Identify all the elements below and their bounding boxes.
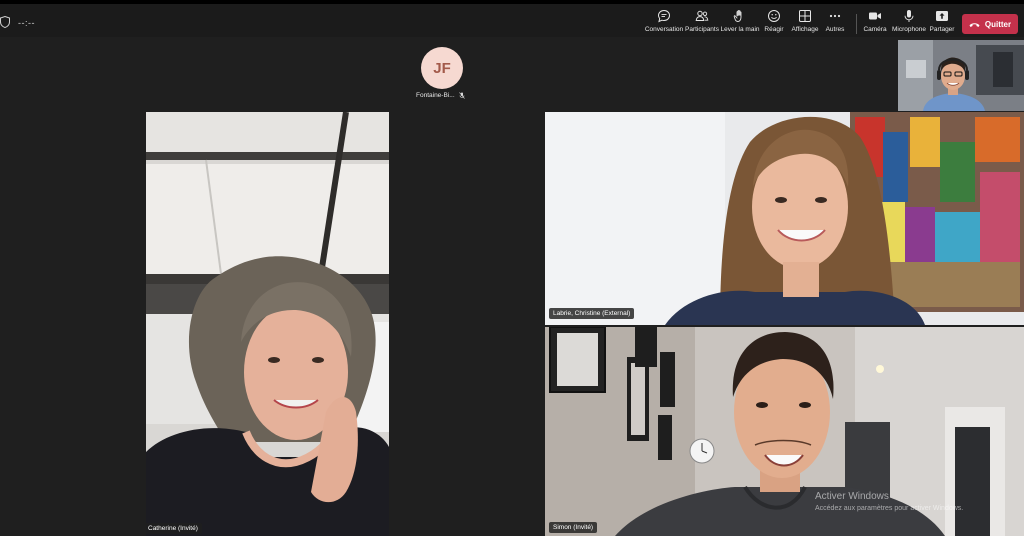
quit-label: Quitter bbox=[984, 19, 1012, 29]
share-label: Partager bbox=[929, 26, 955, 33]
self-view-tile[interactable] bbox=[898, 40, 1024, 111]
chat-icon bbox=[657, 9, 671, 23]
participants-label: Participants bbox=[685, 26, 719, 33]
conversation-button[interactable]: Conversation bbox=[644, 9, 684, 35]
avatar[interactable]: JF bbox=[421, 47, 463, 89]
video-tile-catherine[interactable]: Catherine (Invité) bbox=[146, 112, 389, 536]
share-icon bbox=[936, 11, 948, 21]
audio-participant-label: Fontaine-Bi... bbox=[416, 92, 455, 99]
share-button[interactable]: Partager bbox=[928, 9, 956, 35]
react-label: Réagir bbox=[764, 26, 784, 33]
watermark-subtitle: Accédez aux paramètres pour activer Wind… bbox=[815, 505, 964, 512]
more-label: Autres bbox=[825, 26, 845, 33]
more-icon bbox=[829, 14, 841, 18]
hang-up-icon bbox=[969, 22, 980, 27]
toolbar-divider bbox=[856, 14, 857, 34]
microphone-icon bbox=[904, 10, 914, 22]
microphone-muted-icon bbox=[458, 92, 465, 99]
quit-button[interactable]: Quitter bbox=[962, 14, 1018, 34]
participant-name-label: Labrie, Christine (External) bbox=[549, 308, 635, 319]
layout-label: Affichage bbox=[791, 26, 819, 33]
participants-button[interactable]: Participants bbox=[683, 9, 721, 35]
participant-name-label: Catherine (Invité) bbox=[146, 523, 202, 534]
camera-icon bbox=[869, 12, 881, 20]
react-button[interactable]: Réagir bbox=[760, 9, 788, 35]
meeting-toolbar: --:-- Conversation Participants Lever la… bbox=[0, 4, 1024, 37]
camera-label: Caméra bbox=[863, 26, 887, 33]
raise-hand-label: Lever la main bbox=[720, 26, 760, 33]
microphone-button[interactable]: Microphone bbox=[891, 9, 927, 35]
raise-hand-button[interactable]: Lever la main bbox=[720, 9, 760, 35]
watermark-title: Activer Windows bbox=[815, 491, 889, 502]
people-icon bbox=[695, 10, 709, 21]
catherine-video-feed bbox=[146, 112, 389, 536]
christine-video-feed bbox=[545, 112, 1024, 325]
self-video-feed bbox=[898, 40, 1024, 111]
microphone-label: Microphone bbox=[892, 26, 926, 33]
camera-button[interactable]: Caméra bbox=[862, 9, 888, 35]
meeting-timer: --:-- bbox=[18, 18, 35, 28]
more-button[interactable]: Autres bbox=[822, 9, 848, 35]
shield-icon bbox=[0, 16, 10, 28]
conversation-label: Conversation bbox=[644, 26, 684, 33]
audio-participant-name: Fontaine-Bi... bbox=[416, 92, 465, 99]
react-icon bbox=[768, 10, 780, 22]
participant-name-label: Simon (Invité) bbox=[549, 522, 598, 533]
raise-hand-icon bbox=[733, 10, 742, 22]
layout-grid-icon bbox=[799, 10, 811, 22]
windows-activation-watermark: Activer Windows Accédez aux paramètres p… bbox=[815, 491, 963, 512]
layout-button[interactable]: Affichage bbox=[790, 9, 820, 35]
video-tile-christine[interactable]: Labrie, Christine (External) bbox=[545, 112, 1024, 325]
